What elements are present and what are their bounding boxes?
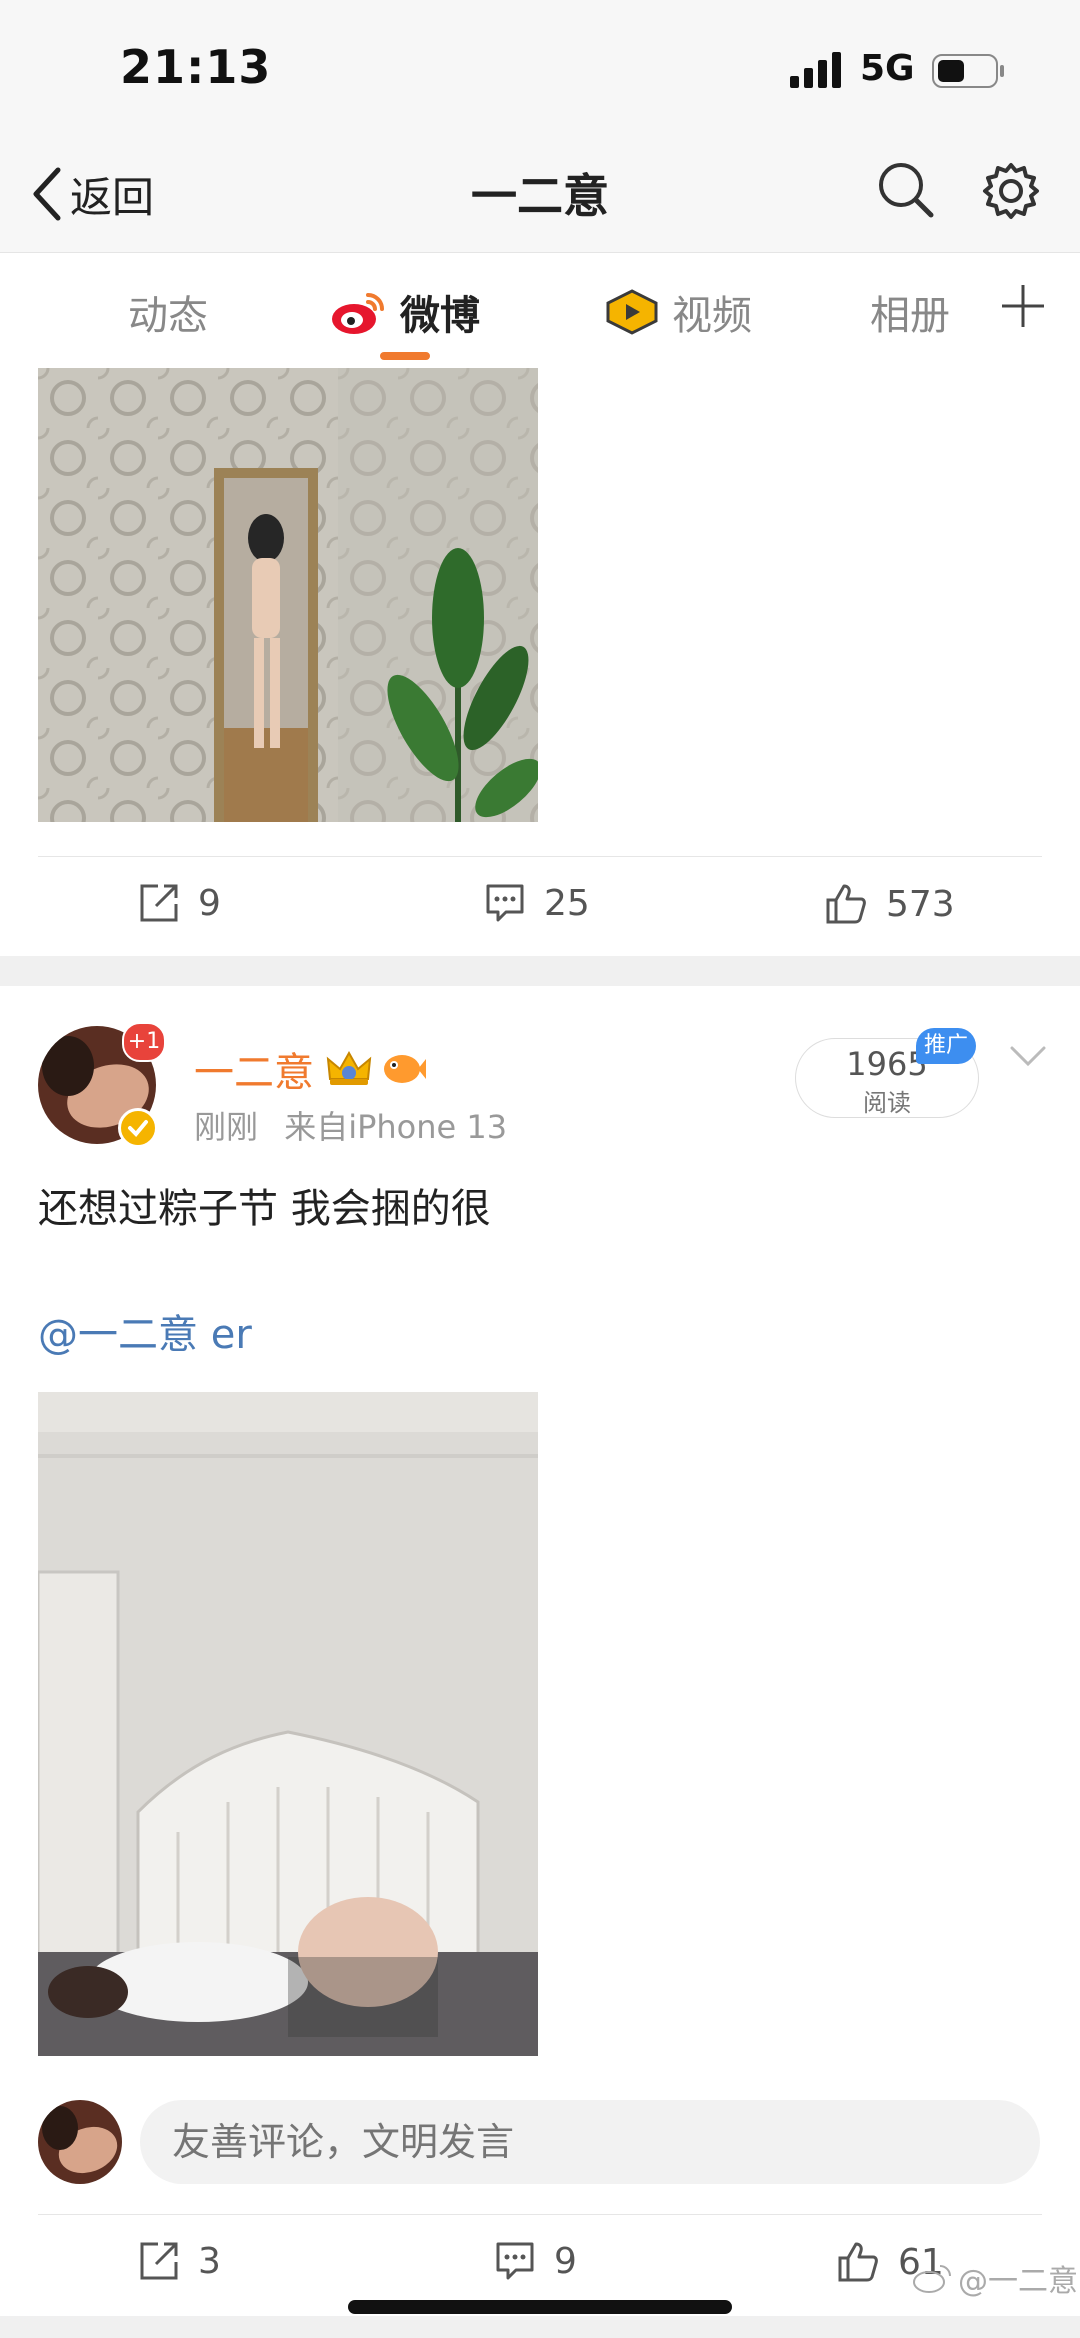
tab-weibo-label: 微博 bbox=[400, 293, 480, 339]
comment-count: 25 bbox=[544, 882, 590, 924]
repost-button[interactable]: 9 bbox=[138, 882, 221, 924]
tab-weibo[interactable]: 微博 bbox=[330, 283, 480, 341]
share-icon bbox=[140, 2242, 178, 2280]
battery-icon bbox=[932, 54, 1004, 88]
mention-link[interactable]: @一二意 er bbox=[38, 1302, 252, 1360]
checkmark-icon bbox=[128, 1120, 148, 1137]
weibo-watermark-icon bbox=[913, 2265, 951, 2293]
comment-icon bbox=[496, 2242, 534, 2280]
commenter-avatar[interactable] bbox=[38, 2100, 122, 2184]
video-badge-icon bbox=[606, 289, 658, 335]
tab-album[interactable]: 相册 bbox=[870, 283, 950, 341]
like-button[interactable]: 573 bbox=[824, 882, 955, 926]
post-time: 刚刚 bbox=[194, 1108, 259, 1146]
post-source: 来自iPhone 13 bbox=[284, 1108, 508, 1146]
repost-count: 9 bbox=[198, 882, 221, 924]
active-tab-indicator bbox=[380, 352, 430, 360]
repost-count: 3 bbox=[198, 2240, 221, 2282]
status-time: 21:13 bbox=[120, 40, 272, 94]
tab-activity[interactable]: 动态 bbox=[128, 283, 208, 341]
section-separator bbox=[0, 2316, 1080, 2338]
plus-icon[interactable] bbox=[1000, 283, 1046, 329]
tab-activity-label: 动态 bbox=[128, 293, 208, 339]
home-indicator[interactable] bbox=[348, 2300, 732, 2314]
thumbs-up-icon bbox=[838, 2242, 878, 2282]
divider bbox=[38, 856, 1042, 857]
network-type: 5G bbox=[860, 48, 915, 89]
bedroom-photo-image bbox=[38, 1392, 538, 2056]
new-post-badge: +1 bbox=[122, 1022, 166, 1062]
comment-button[interactable]: 9 bbox=[494, 2240, 577, 2282]
post-meta: 刚刚 来自iPhone 13 bbox=[194, 1102, 507, 1148]
gear-icon[interactable] bbox=[980, 160, 1042, 222]
weibo-logo-icon bbox=[332, 293, 384, 334]
comment-count: 9 bbox=[554, 2240, 577, 2282]
crown-badge-icon bbox=[326, 1050, 372, 1085]
read-label: 阅读 bbox=[863, 1089, 911, 1117]
search-icon[interactable] bbox=[876, 160, 936, 220]
commenter-avatar-image bbox=[38, 2100, 122, 2184]
mirror-selfie-image bbox=[38, 368, 538, 822]
post-image[interactable] bbox=[38, 368, 538, 822]
author-name[interactable]: 一二意 bbox=[194, 1040, 426, 1098]
repost-button[interactable]: 3 bbox=[138, 2240, 221, 2282]
tab-video-label: 视频 bbox=[672, 293, 752, 339]
divider bbox=[38, 2214, 1042, 2215]
tab-album-label: 相册 bbox=[870, 293, 950, 339]
comment-input[interactable] bbox=[140, 2100, 1040, 2184]
watermark-text: @一二意 bbox=[958, 2264, 1078, 2299]
promote-tag[interactable]: 推广 bbox=[916, 1028, 976, 1064]
signal-icon bbox=[790, 52, 841, 88]
like-count: 573 bbox=[886, 883, 955, 925]
author-name-label: 一二意 bbox=[194, 1050, 314, 1096]
thumbs-up-icon bbox=[826, 884, 866, 924]
fish-badge-icon bbox=[384, 1055, 426, 1083]
section-separator bbox=[0, 956, 1080, 986]
tab-video[interactable]: 视频 bbox=[604, 283, 752, 341]
watermark: @一二意 bbox=[912, 2256, 1078, 2300]
comment-button[interactable]: 25 bbox=[484, 882, 590, 924]
chevron-down-icon[interactable] bbox=[1008, 1040, 1048, 1070]
post-text: 还想过粽子节 我会捆的很 bbox=[38, 1186, 491, 1232]
post-image[interactable] bbox=[38, 1392, 538, 2056]
verified-badge-icon bbox=[118, 1108, 158, 1148]
share-icon bbox=[140, 884, 178, 922]
comment-icon bbox=[486, 884, 524, 922]
